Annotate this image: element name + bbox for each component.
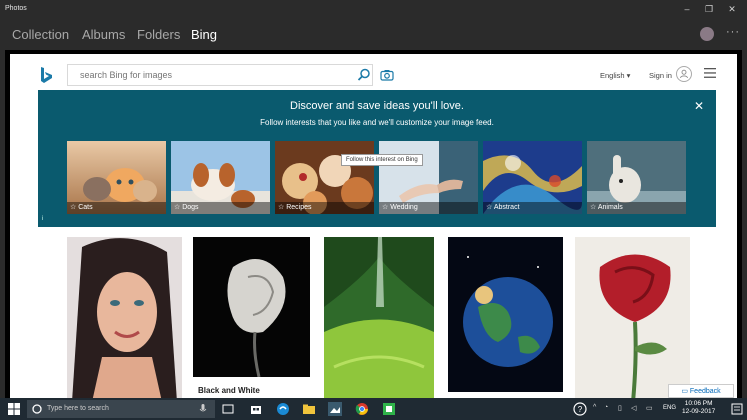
white-flower-image: [193, 237, 310, 377]
banner-subtitle: Follow interests that you like and we'll…: [260, 118, 494, 127]
taskbar: Type here to search ? ^ ◔ ▯ ◁ ▭ ENG 10:0…: [0, 398, 747, 420]
photos-app-icon[interactable]: [328, 402, 342, 416]
file-explorer-icon[interactable]: [302, 402, 316, 416]
interest-card-wedding[interactable]: ☆ Wedding: [379, 141, 478, 214]
avatar[interactable]: [700, 27, 714, 41]
volume-icon[interactable]: ◁: [631, 404, 636, 412]
feedback-label: Feedback: [689, 388, 721, 395]
green-valley-image: [324, 237, 434, 398]
earth-space-image: [448, 237, 563, 392]
windows-start-icon[interactable]: [8, 403, 20, 415]
search-box: [67, 64, 373, 86]
keyboard-icon[interactable]: ▭: [646, 404, 653, 412]
card-label: ☆ Abstract: [483, 202, 582, 214]
microphone-icon[interactable]: [199, 404, 207, 414]
more-options-button[interactable]: ···: [726, 26, 740, 38]
feedback-button[interactable]: ▭ Feedback: [668, 384, 734, 398]
card-label: ☆ Animals: [587, 202, 686, 214]
help-icon[interactable]: ?: [573, 402, 587, 416]
green-app-icon[interactable]: [382, 402, 396, 416]
taskbar-search-label: Type here to search: [47, 405, 109, 412]
image-tile-earth[interactable]: [448, 237, 563, 392]
notifications-icon[interactable]: [730, 402, 744, 416]
card-label: ☆ Cats: [67, 202, 166, 214]
battery-icon[interactable]: ▯: [618, 404, 622, 412]
task-view-icon[interactable]: [221, 402, 235, 416]
image-tile-flower[interactable]: [193, 237, 310, 377]
network-icon[interactable]: ◔: [604, 404, 608, 411]
bing-logo-icon[interactable]: [36, 65, 56, 85]
tab-folders[interactable]: Folders: [137, 27, 180, 42]
close-button[interactable]: ✕: [717, 0, 747, 18]
card-label: ☆ Recipes: [275, 202, 374, 214]
image-caption: Black and White: [198, 386, 260, 395]
interest-card-cats[interactable]: ☆ Cats: [67, 141, 166, 214]
bing-page: English ▾ Sign in Discover and save idea…: [10, 54, 737, 398]
language-indicator[interactable]: ENG: [663, 405, 676, 411]
title-bar: Photos – ❐ ✕: [0, 0, 747, 18]
app-nav: Collection Albums Folders Bing: [0, 18, 747, 50]
camera-icon[interactable]: [380, 69, 394, 81]
content-area: English ▾ Sign in Discover and save idea…: [5, 50, 742, 398]
interests-banner: Discover and save ideas you'll love. Fol…: [38, 90, 716, 227]
chrome-icon[interactable]: [355, 402, 369, 416]
window-title: Photos: [5, 5, 27, 12]
hamburger-menu-icon[interactable]: [704, 68, 716, 78]
tab-bing[interactable]: Bing: [191, 27, 217, 42]
search-icon[interactable]: [357, 68, 371, 82]
interest-card-animals[interactable]: ☆ Animals: [587, 141, 686, 214]
image-tile-rose[interactable]: [575, 237, 690, 398]
store-icon[interactable]: [249, 402, 263, 416]
clock-date: 12-09-2017: [682, 408, 716, 415]
follow-tooltip: Follow this interest on Bing: [341, 154, 423, 166]
close-icon[interactable]: ✕: [694, 99, 704, 113]
system-clock[interactable]: 10:06 PM 12-09-2017: [682, 400, 715, 416]
tab-collection[interactable]: Collection: [12, 27, 69, 42]
language-selector[interactable]: English ▾: [600, 71, 630, 80]
user-icon[interactable]: [676, 66, 692, 82]
taskbar-search[interactable]: Type here to search: [27, 400, 215, 418]
banner-title: Discover and save ideas you'll love.: [290, 100, 464, 112]
chevron-up-icon[interactable]: ^: [593, 404, 596, 411]
card-label: ☆ Dogs: [171, 202, 270, 214]
edge-browser-icon[interactable]: [276, 402, 290, 416]
search-input[interactable]: [78, 69, 352, 81]
svg-text:?: ?: [578, 405, 583, 414]
feedback-icon: ▭: [681, 388, 688, 395]
image-tile-valley[interactable]: [324, 237, 434, 398]
woman-portrait-image: [67, 237, 182, 398]
sign-in-link[interactable]: Sign in: [649, 71, 672, 80]
tab-albums[interactable]: Albums: [82, 27, 125, 42]
interest-card-recipes[interactable]: ☆ Recipes: [275, 141, 374, 214]
interest-card-abstract[interactable]: ☆ Abstract: [483, 141, 582, 214]
cortana-icon: [32, 404, 42, 414]
card-label: ☆ Wedding: [379, 202, 478, 214]
info-icon[interactable]: i: [42, 216, 43, 222]
interest-card-dogs[interactable]: ☆ Dogs: [171, 141, 270, 214]
red-rose-image: [575, 237, 690, 398]
clock-time: 10:06 PM: [684, 400, 713, 407]
image-tile-woman[interactable]: [67, 237, 182, 398]
